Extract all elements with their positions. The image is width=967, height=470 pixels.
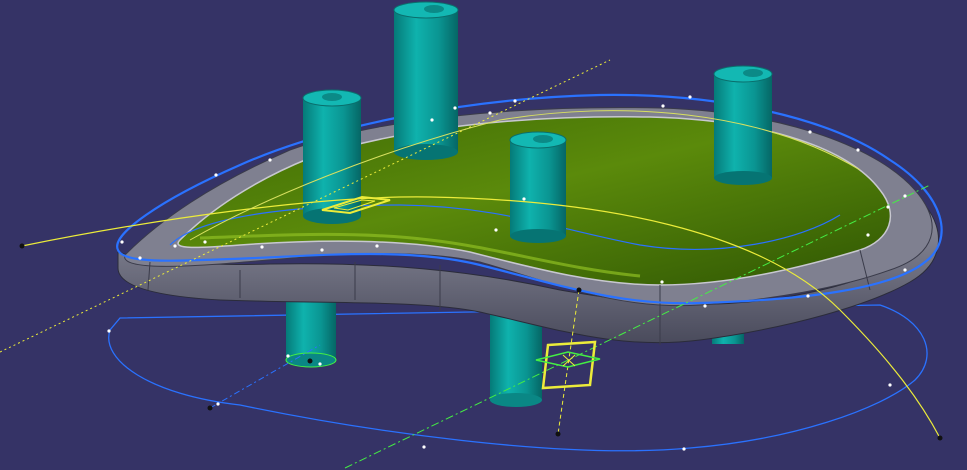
- blue-axis-line[interactable]: [209, 344, 321, 409]
- yellow-square-marker-icon[interactable]: [541, 340, 597, 390]
- pin-top-left[interactable]: [302, 89, 362, 224]
- black-dot-icon[interactable]: [555, 431, 561, 437]
- black-dot-icon[interactable]: [576, 287, 582, 293]
- cad-scene[interactable]: [0, 0, 967, 470]
- 3d-viewport[interactable]: [0, 0, 967, 470]
- black-dot-icon[interactable]: [19, 243, 25, 249]
- pin-top-center[interactable]: [509, 131, 567, 243]
- black-dot-icon[interactable]: [937, 435, 943, 441]
- black-dot-icon[interactable]: [207, 405, 213, 411]
- pin-top-back[interactable]: [393, 1, 459, 160]
- black-dot-icon[interactable]: [307, 358, 313, 364]
- pin-top-right[interactable]: [713, 65, 773, 185]
